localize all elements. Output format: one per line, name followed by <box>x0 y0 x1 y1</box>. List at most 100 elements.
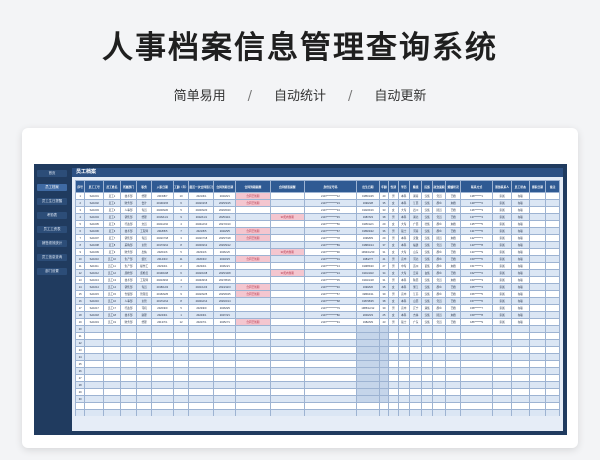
table-cell[interactable]: 河南 <box>408 227 423 235</box>
table-cell[interactable] <box>397 374 410 382</box>
table-cell[interactable]: 员工18 <box>103 311 121 319</box>
table-cell[interactable] <box>492 332 512 340</box>
table-cell[interactable] <box>459 374 494 382</box>
table-cell[interactable]: 39 <box>378 304 390 312</box>
table-cell[interactable] <box>213 409 237 416</box>
table-cell[interactable] <box>528 381 547 389</box>
table-cell[interactable]: 大专 <box>397 206 410 214</box>
table-cell[interactable]: 女 <box>388 206 399 214</box>
table-row[interactable]: 20 <box>75 325 560 333</box>
table-cell[interactable] <box>492 367 512 375</box>
table-cell[interactable]: 15 <box>75 290 86 298</box>
table-cell[interactable] <box>545 248 560 256</box>
table-cell[interactable]: SA1006 <box>84 227 105 235</box>
table-cell[interactable]: 在职 <box>510 248 530 256</box>
table-cell[interactable] <box>355 402 380 410</box>
table-cell[interactable]: 家属 <box>492 318 512 326</box>
table-cell[interactable]: 群众 <box>431 255 447 263</box>
table-cell[interactable] <box>235 269 271 277</box>
table-cell[interactable] <box>492 409 512 416</box>
table-cell[interactable]: 2 <box>75 199 86 207</box>
table-cell[interactable] <box>269 199 305 207</box>
table-cell[interactable]: 2020/3/3 <box>188 255 215 263</box>
table-cell[interactable] <box>269 353 305 361</box>
table-cell[interactable] <box>528 227 547 235</box>
table-cell[interactable] <box>431 367 447 375</box>
table-cell[interactable] <box>510 346 530 354</box>
table-cell[interactable]: 20 <box>75 325 86 333</box>
table-cell[interactable]: 本科 <box>397 283 410 291</box>
table-cell[interactable] <box>119 346 138 354</box>
table-cell[interactable]: 群众 <box>431 220 447 228</box>
table-cell[interactable]: 财务部 <box>119 318 138 326</box>
table-cell[interactable] <box>269 241 305 249</box>
table-cell[interactable] <box>303 360 357 368</box>
table-row[interactable]: 11 SA1011 员工11 生产部 操作工 2023/4/1 2 2023/4/1 2026/… <box>75 262 560 270</box>
table-cell[interactable]: 2022/3/15 <box>188 199 215 207</box>
table-cell[interactable] <box>397 388 410 396</box>
table-row[interactable]: 28 <box>75 381 560 389</box>
table-cell[interactable]: 家属 <box>492 206 512 214</box>
table-cell[interactable]: 2018/12/3 <box>150 283 174 291</box>
table-cell[interactable] <box>445 332 461 340</box>
table-cell[interactable] <box>459 409 494 416</box>
table-cell[interactable] <box>84 325 105 333</box>
table-row[interactable]: 24 <box>75 353 560 361</box>
table-cell[interactable]: 2025/3/15 <box>213 199 237 207</box>
table-cell[interactable]: 2022/7/1 <box>188 318 215 326</box>
table-cell[interactable] <box>119 381 138 389</box>
table-cell[interactable] <box>235 346 271 354</box>
table-cell[interactable]: 主管 <box>136 241 152 249</box>
table-cell[interactable] <box>388 381 399 389</box>
table-cell[interactable]: 员工6 <box>103 227 121 235</box>
table-cell[interactable]: 技术部 <box>119 276 138 284</box>
table-cell[interactable]: 汉族 <box>421 241 433 249</box>
table-cell[interactable]: 1 <box>172 311 190 319</box>
table-row[interactable]: 21 <box>75 332 560 340</box>
table-cell[interactable] <box>545 409 560 416</box>
table-cell[interactable]: 满族 <box>421 304 433 312</box>
table-cell[interactable] <box>492 395 512 403</box>
table-cell[interactable]: 1990/4/8 <box>355 199 380 207</box>
table-cell[interactable] <box>235 353 271 361</box>
table-cell[interactable] <box>303 346 357 354</box>
table-cell[interactable]: 家属 <box>492 269 512 277</box>
table-cell[interactable]: 女 <box>388 311 399 319</box>
table-row[interactable]: 25 <box>75 360 560 368</box>
table-row[interactable]: 7 SA1007 员工7 销售部 专员 2022/7/18 3 2022/7/18 2025/7… <box>75 234 560 242</box>
table-cell[interactable]: 男 <box>388 290 399 298</box>
table-cell[interactable] <box>492 381 512 389</box>
table-cell[interactable]: 人事部 <box>119 206 138 214</box>
column-header[interactable]: 身份证号码 <box>303 180 357 193</box>
table-cell[interactable]: 男 <box>388 192 399 200</box>
table-cell[interactable]: 2025/6/25 <box>213 290 237 298</box>
table-cell[interactable] <box>303 409 357 416</box>
table-cell[interactable] <box>136 402 152 410</box>
table-cell[interactable]: 员工19 <box>103 318 121 326</box>
table-cell[interactable]: 2022/6/25 <box>188 290 215 298</box>
table-cell[interactable]: 2023/9/9 <box>188 304 215 312</box>
table-cell[interactable] <box>378 374 390 382</box>
table-cell[interactable] <box>355 374 380 382</box>
table-cell[interactable]: 131*******6 <box>459 227 494 235</box>
table-cell[interactable] <box>421 325 433 333</box>
column-header[interactable]: 出生日期 <box>355 180 380 193</box>
table-cell[interactable]: 2025/7/1 <box>213 318 237 326</box>
table-cell[interactable] <box>545 192 560 200</box>
table-cell[interactable] <box>84 381 105 389</box>
table-cell[interactable] <box>397 381 410 389</box>
table-cell[interactable] <box>355 367 380 375</box>
table-cell[interactable]: 2017/9/12 <box>150 241 174 249</box>
table-cell[interactable]: 文员 <box>136 220 152 228</box>
table-cell[interactable]: 31 <box>378 248 390 256</box>
table-cell[interactable]: 2107**********89 <box>303 241 357 249</box>
table-cell[interactable] <box>459 360 494 368</box>
table-cell[interactable]: 男 <box>388 262 399 270</box>
table-cell[interactable]: 家属 <box>492 227 512 235</box>
table-row[interactable]: 13 SA1013 员工13 技术部 工程师 2021/8/16 4 2024/8/16 202… <box>75 276 560 284</box>
table-cell[interactable] <box>213 332 237 340</box>
table-cell[interactable]: 2026/2/14 <box>213 297 237 305</box>
table-cell[interactable]: 2017/2/14 <box>150 297 174 305</box>
table-row[interactable]: 19 SA1019 员工19 财务部 经理 2013/7/1 12 2022/7/1 2025/… <box>75 318 560 326</box>
table-cell[interactable] <box>213 339 237 347</box>
